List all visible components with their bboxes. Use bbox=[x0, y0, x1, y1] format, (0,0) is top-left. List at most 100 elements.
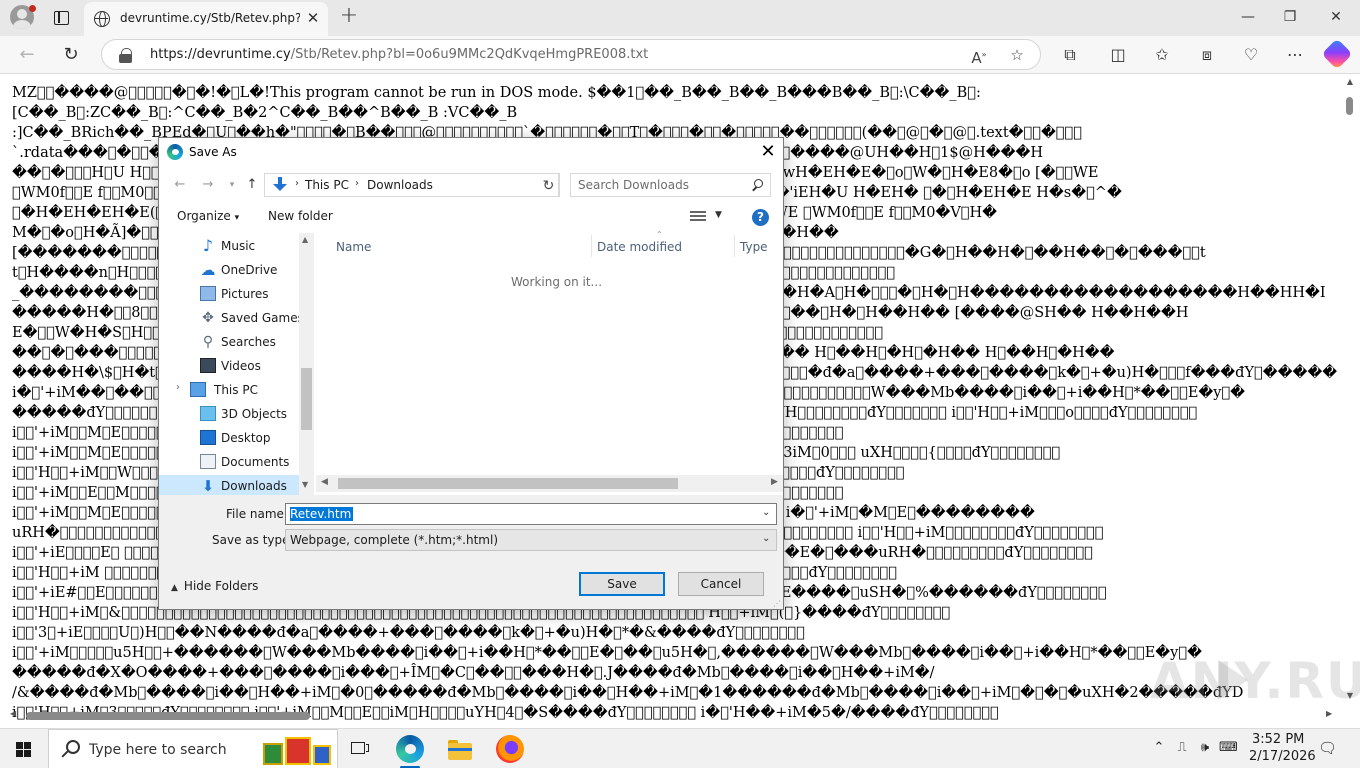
chevron-up-icon[interactable]: ⌃ bbox=[1150, 739, 1168, 757]
column-date-modified[interactable]: Date modified bbox=[597, 233, 682, 259]
clock-time[interactable]: 3:52 PM bbox=[1252, 732, 1304, 747]
text-line: /&����đ�Mb ���� i�� H��+iM �0 �����đ�Mb … bbox=[12, 685, 1244, 701]
chevron-right-icon[interactable]: › bbox=[355, 178, 359, 189]
cancel-button[interactable]: Cancel bbox=[678, 572, 764, 596]
task-view-icon[interactable] bbox=[346, 735, 374, 763]
nav-tree-item[interactable]: 3D Objects bbox=[159, 403, 299, 425]
forward-icon[interactable]: → bbox=[199, 176, 217, 194]
notifications-icon[interactable]: 🗨 bbox=[1318, 739, 1337, 757]
save-button[interactable]: Save bbox=[579, 572, 665, 596]
address-bar[interactable]: https://devruntime.cy/Stb/Retev.php?bl=0… bbox=[101, 39, 1041, 70]
scroll-right-icon[interactable]: ▶ bbox=[771, 477, 778, 487]
up-arrow-icon[interactable]: ↑ bbox=[243, 176, 261, 194]
restore-icon[interactable]: ❐ bbox=[1270, 4, 1310, 30]
column-name[interactable]: Name bbox=[336, 233, 371, 259]
nav-tree-item[interactable]: › This PC bbox=[159, 379, 299, 401]
new-tab-icon[interactable]: + bbox=[338, 5, 360, 27]
scroll-up-icon[interactable]: ▲ bbox=[302, 235, 308, 244]
dialog-close-icon[interactable]: ✕ bbox=[755, 140, 781, 164]
search-input[interactable] bbox=[571, 174, 746, 196]
windows-start-icon[interactable] bbox=[8, 737, 40, 763]
url-text[interactable]: https://devruntime.cy/Stb/Retev.php?bl=0… bbox=[150, 47, 648, 62]
resize-grip-icon[interactable]: ⋰ bbox=[773, 599, 781, 608]
scroll-thumb[interactable] bbox=[301, 368, 312, 430]
nav-tree-item[interactable]: ⬇ Downloads bbox=[159, 475, 299, 495]
file-name-input[interactable] bbox=[286, 504, 756, 524]
tab-actions-icon[interactable] bbox=[50, 7, 72, 29]
navigation-pane-scrollbar[interactable]: ▲ ▼ bbox=[299, 233, 314, 495]
column-type[interactable]: Type bbox=[740, 233, 768, 259]
scroll-thumb[interactable] bbox=[338, 478, 678, 489]
column-divider[interactable] bbox=[591, 235, 592, 257]
3d-objects-icon bbox=[200, 406, 216, 421]
browser-tab[interactable]: devruntime.cy/Stb/Retev.php?bl= ✕ bbox=[84, 2, 328, 36]
refresh-icon[interactable]: ↻ bbox=[539, 173, 559, 197]
lock-icon[interactable] bbox=[119, 48, 132, 63]
scroll-down-icon[interactable]: ▼ bbox=[1345, 691, 1355, 700]
clock-date[interactable]: 2/17/2026 bbox=[1249, 749, 1316, 764]
path-downloads[interactable]: Downloads bbox=[367, 178, 433, 192]
tab-close-icon[interactable]: ✕ bbox=[304, 9, 322, 27]
hide-folders-button[interactable]: ▲ Hide Folders bbox=[171, 579, 258, 593]
gift-boxes-icon[interactable] bbox=[263, 735, 333, 765]
chevron-down-icon[interactable]: ⌄ bbox=[762, 533, 770, 544]
scroll-right-icon[interactable]: ▶ bbox=[1326, 709, 1332, 718]
window-close-icon[interactable]: ✕ bbox=[1316, 4, 1356, 30]
nav-tree-label: Music bbox=[221, 239, 256, 253]
more-menu-icon[interactable]: ⋯ bbox=[1283, 43, 1307, 67]
scroll-thumb[interactable] bbox=[26, 712, 310, 720]
nav-tree-item[interactable]: Videos bbox=[159, 355, 299, 377]
back-icon[interactable]: ← bbox=[171, 176, 189, 194]
nav-tree-item[interactable]: Desktop bbox=[159, 427, 299, 449]
volume-icon[interactable]: 🕪 bbox=[1196, 739, 1214, 757]
read-aloud-icon[interactable]: A» bbox=[968, 44, 990, 67]
collections-icon[interactable]: ⧈ bbox=[1195, 43, 1219, 67]
favorites-icon[interactable]: ✩ bbox=[1150, 43, 1174, 67]
browser-essentials-icon[interactable]: ♡ bbox=[1239, 43, 1263, 67]
view-options-icon[interactable] bbox=[690, 210, 706, 224]
expand-chevron-icon[interactable]: › bbox=[176, 382, 180, 393]
chevron-down-icon[interactable]: ▼ bbox=[715, 210, 722, 220]
edge-browser-icon[interactable] bbox=[396, 735, 424, 763]
chevron-right-icon[interactable]: › bbox=[295, 178, 299, 189]
scroll-down-icon[interactable]: ▼ bbox=[302, 480, 308, 489]
nav-tree-item[interactable]: ☁ OneDrive bbox=[159, 259, 299, 281]
back-arrow-icon[interactable]: ← bbox=[14, 42, 40, 68]
keyboard-icon[interactable]: ⌨ bbox=[1219, 739, 1238, 757]
taskbar-search[interactable]: Type here to search bbox=[48, 729, 338, 768]
page-vertical-scrollbar[interactable]: ▲ ▼ bbox=[1343, 75, 1357, 705]
scroll-thumb[interactable] bbox=[1346, 97, 1353, 115]
page-horizontal-scrollbar[interactable]: ◀ ▶ bbox=[0, 706, 1343, 726]
favorite-star-icon[interactable]: ☆ bbox=[1006, 44, 1028, 66]
nav-tree-item[interactable]: Documents bbox=[159, 451, 299, 473]
split-screen-icon[interactable]: ◫ bbox=[1106, 43, 1130, 67]
save-as-type-select[interactable]: Webpage, complete (*.htm;*.html) ⌄ bbox=[285, 529, 777, 551]
path-this-pc[interactable]: This PC bbox=[305, 178, 349, 192]
chevron-down-icon[interactable]: ⌄ bbox=[762, 507, 770, 518]
firefox-icon[interactable] bbox=[496, 735, 524, 763]
minimize-icon[interactable]: — bbox=[1228, 4, 1268, 30]
help-icon[interactable]: ? bbox=[752, 209, 769, 226]
extensions-icon[interactable]: ⧉ bbox=[1058, 43, 1082, 67]
path-bar[interactable]: › This PC › Downloads ⌄ bbox=[264, 173, 636, 197]
text-line: i  '+iM     u5H  +������ W���Mb���� i�� … bbox=[12, 645, 1202, 661]
nav-tree-item[interactable]: ⚲ Searches bbox=[159, 331, 299, 353]
scroll-left-icon[interactable]: ◀ bbox=[321, 477, 328, 487]
search-icon[interactable] bbox=[751, 179, 763, 191]
file-list-horizontal-scrollbar[interactable]: ◀ ▶ bbox=[316, 475, 783, 492]
nav-tree-item[interactable]: ✥ Saved Games bbox=[159, 307, 304, 329]
search-box[interactable] bbox=[570, 173, 771, 197]
file-name-combobox[interactable]: ⌄ bbox=[285, 503, 777, 525]
nav-tree-item[interactable]: Pictures bbox=[159, 283, 299, 305]
scroll-up-icon[interactable]: ▲ bbox=[1345, 77, 1355, 86]
file-explorer-icon[interactable] bbox=[446, 735, 474, 763]
refresh-icon[interactable]: ↻ bbox=[58, 42, 84, 68]
new-folder-button[interactable]: New folder bbox=[268, 209, 333, 223]
nav-tree-item[interactable]: ♪ Music bbox=[159, 235, 299, 257]
organize-button[interactable]: Organize ▾ bbox=[177, 209, 239, 223]
scroll-left-icon[interactable]: ◀ bbox=[10, 709, 16, 718]
network-icon[interactable]: ⎍ bbox=[1173, 739, 1191, 757]
dialog-titlebar[interactable]: Save As ✕ bbox=[159, 138, 783, 168]
recent-locations-icon[interactable]: ▾ bbox=[223, 176, 241, 194]
column-divider[interactable] bbox=[734, 235, 735, 257]
